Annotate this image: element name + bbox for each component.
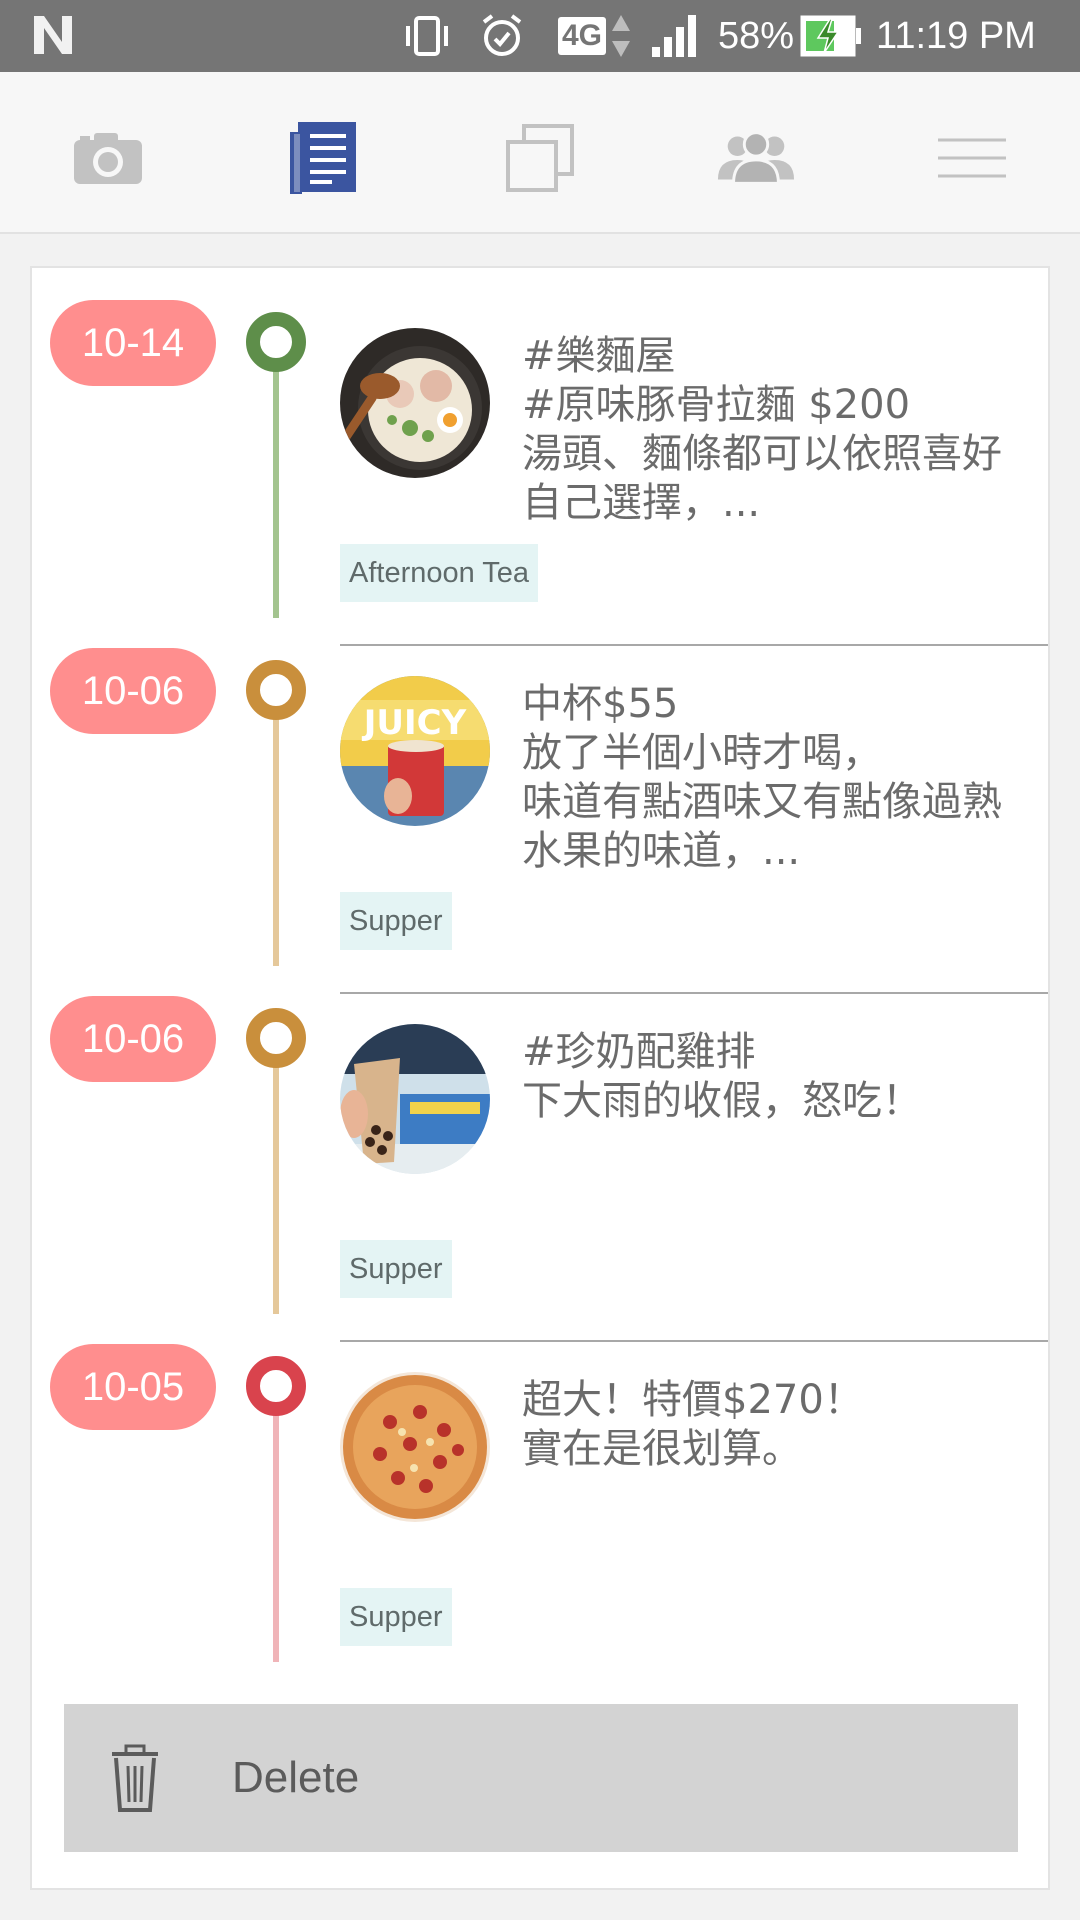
bubble-tea-photo[interactable] xyxy=(340,1024,490,1174)
n-logo-icon xyxy=(34,16,72,54)
date-badge: 10-14 xyxy=(50,300,216,386)
friends-icon[interactable] xyxy=(716,118,796,198)
svg-text:JUICY: JUICY xyxy=(362,703,467,743)
menu-icon[interactable] xyxy=(932,118,1012,198)
top-navigation xyxy=(0,72,1080,234)
entry-text: #樂麵屋 #原味豚骨拉麵 $200 湯頭、麵條都可以依照喜好 自己選擇，... xyxy=(522,332,1048,528)
entry-text: #珍奶配雞排 下大雨的收假，怒吃！ xyxy=(522,1028,1048,1126)
timeline-line xyxy=(273,1038,279,1314)
timeline-entry[interactable]: 10-06 #珍奶配雞排 下大雨的收假，怒吃！ Supper xyxy=(32,964,1048,1314)
delete-button[interactable]: Delete xyxy=(64,1704,1018,1852)
entry-text-line: #原味豚骨拉麵 $200 xyxy=(522,382,911,428)
ramen-photo[interactable] xyxy=(340,328,490,478)
gallery-icon[interactable] xyxy=(500,118,580,198)
timeline-line xyxy=(273,690,279,966)
timeline-entry[interactable]: 10-06 JUICY 中杯$55 放了半個小時才喝， 味道有點酒味又有點像過熟… xyxy=(32,616,1048,966)
battery-charging-icon xyxy=(800,15,862,57)
entry-text: 中杯$55 放了半個小時才喝， 味道有點酒味又有點像過熟 水果的味道，... xyxy=(522,680,1048,876)
entry-text-line: 下大雨的收假，怒吃！ xyxy=(522,1078,922,1124)
timeline-dot xyxy=(246,1008,306,1068)
pizza-photo[interactable] xyxy=(340,1372,490,1522)
camera-icon[interactable] xyxy=(68,118,148,198)
date-badge: 10-06 xyxy=(50,648,216,734)
clock: 11:19 PM xyxy=(876,10,1036,62)
category-tag: Supper xyxy=(340,1240,452,1298)
journal-icon[interactable] xyxy=(284,118,364,198)
entry-text-line: 超大！特價$270！ xyxy=(522,1377,864,1423)
timeline-entry[interactable]: 10-05 超大！特價$270！ 實在是很划算。 Supper xyxy=(32,1312,1048,1662)
timeline-dot xyxy=(246,1356,306,1416)
signal-icon xyxy=(650,10,700,62)
date-badge: 10-06 xyxy=(50,996,216,1082)
entry-text: 超大！特價$270！ 實在是很划算。 xyxy=(522,1376,1048,1474)
status-bar: 4G 58% 11:19 PM xyxy=(0,0,1080,72)
alarm-icon xyxy=(478,10,526,62)
category-tag: Afternoon Tea xyxy=(340,544,539,602)
network-badge: 4G xyxy=(558,17,607,55)
trash-icon xyxy=(112,1744,158,1812)
battery-indicator: 58% xyxy=(718,10,862,62)
entry-text-line: 湯頭、麵條都可以依照喜好 xyxy=(522,431,1002,477)
entry-text-line: #樂麵屋 xyxy=(522,333,676,379)
entry-text-line: #珍奶配雞排 xyxy=(522,1029,756,1075)
category-tag: Supper xyxy=(340,892,452,950)
data-arrows-icon xyxy=(612,15,631,57)
timeline-entry[interactable]: 10-14 #樂麵屋 #原味豚骨拉麵 $200 湯頭、麵條都可以依照喜好 自己選… xyxy=(32,268,1048,618)
timeline-card: 10-14 #樂麵屋 #原味豚骨拉麵 $200 湯頭、麵條都可以依照喜好 自己選… xyxy=(30,266,1050,1890)
status-time: 11:19 PM xyxy=(876,14,1036,57)
date-badge: 10-05 xyxy=(50,1344,216,1430)
delete-area: Delete xyxy=(46,1688,1048,1888)
delete-label: Delete xyxy=(232,1753,360,1802)
entry-text-line: 放了半個小時才喝， xyxy=(522,730,882,776)
category-tag: Supper xyxy=(340,1588,452,1646)
entry-text-line: 中杯$55 xyxy=(522,681,679,727)
timeline-dot xyxy=(246,660,306,720)
entry-text-line: 自己選擇，... xyxy=(522,480,761,526)
battery-percent: 58% xyxy=(718,14,795,57)
entry-text-line: 水果的味道，... xyxy=(522,828,801,874)
timeline-line xyxy=(273,342,279,618)
entry-text-line: 實在是很划算。 xyxy=(522,1426,802,1472)
vibrate-icon xyxy=(402,10,452,62)
timeline-dot xyxy=(246,312,306,372)
timeline-line xyxy=(273,1386,279,1662)
juicy-drink-photo[interactable]: JUICY xyxy=(340,676,490,826)
network-indicator: 4G xyxy=(558,10,632,62)
entry-text-line: 味道有點酒味又有點像過熟 xyxy=(522,779,1002,825)
